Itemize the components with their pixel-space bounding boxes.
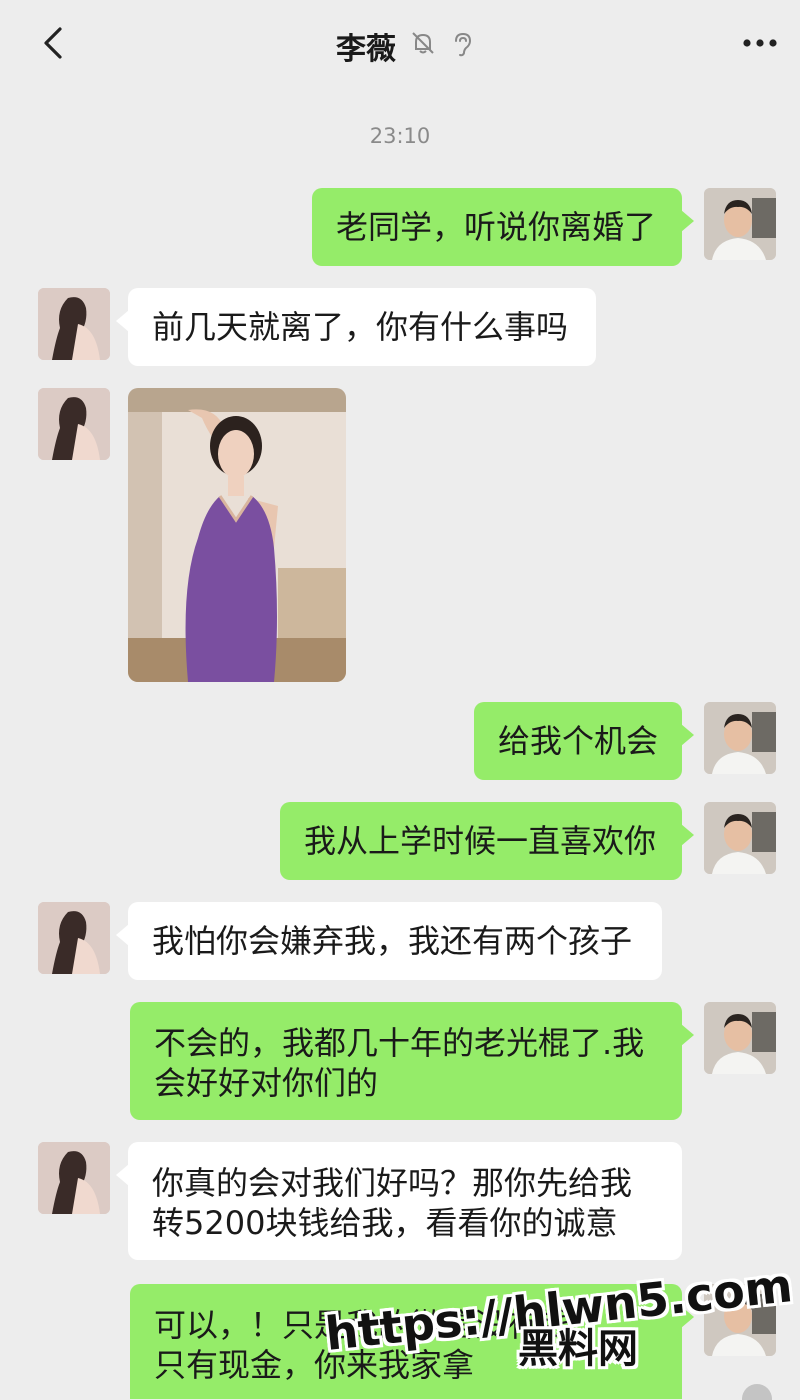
- ear-icon: [455, 32, 472, 57]
- contact-avatar[interactable]: [38, 902, 110, 974]
- watermark-label: 黑料网: [518, 1326, 638, 1372]
- my-avatar[interactable]: [704, 802, 776, 874]
- message-image[interactable]: [128, 388, 346, 682]
- contact-avatar[interactable]: [38, 1142, 110, 1214]
- message-bubble-sent[interactable]: 我从上学时候一直喜欢你: [280, 802, 694, 880]
- contact-name: 李薇: [336, 32, 396, 67]
- contact-avatar[interactable]: [38, 288, 110, 360]
- message-text: 给我个机会: [498, 722, 659, 760]
- message-bubble-sent[interactable]: 不会的，我都几十年的老光棍了.我 会好好对你们的: [130, 1002, 694, 1120]
- my-avatar[interactable]: [704, 188, 776, 260]
- message-text: 转5200块钱给我，看看你的诚意: [152, 1204, 618, 1242]
- message-bubble-received[interactable]: 你真的会对我们好吗？那你先给我 转5200块钱给我，看看你的诚意: [116, 1142, 682, 1260]
- message-text: 不会的，我都几十年的老光棍了.我: [154, 1024, 645, 1062]
- message-text: 我从上学时候一直喜欢你: [304, 822, 657, 860]
- message-bubble-sent[interactable]: 给我个机会: [474, 702, 694, 780]
- message-text: 会好好对你们的: [154, 1064, 379, 1102]
- message-text: 我怕你会嫌弃我，我还有两个孩子: [152, 922, 633, 960]
- chevron-left-icon[interactable]: [40, 26, 66, 60]
- chat-header: 李薇: [0, 0, 800, 90]
- bell-off-icon: [412, 32, 434, 54]
- contact-avatar[interactable]: [38, 388, 110, 460]
- my-avatar[interactable]: [704, 702, 776, 774]
- more-dots-icon[interactable]: [742, 38, 778, 48]
- message-bubble-received[interactable]: 前几天就离了，你有什么事吗: [116, 288, 596, 366]
- message-text: 前几天就离了，你有什么事吗: [152, 308, 569, 346]
- message-text: 老同学，听说你离婚了: [336, 208, 657, 246]
- message-bubble-sent[interactable]: 老同学，听说你离婚了: [312, 188, 694, 266]
- message-text: 你真的会对我们好吗？那你先给我: [152, 1164, 633, 1202]
- message-bubble-received[interactable]: 我怕你会嫌弃我，我还有两个孩子: [116, 902, 662, 980]
- my-avatar[interactable]: [704, 1002, 776, 1074]
- message-timestamp: 23:10: [369, 124, 431, 148]
- watermark: https://hlwn5.com 黑料网: [323, 1252, 798, 1394]
